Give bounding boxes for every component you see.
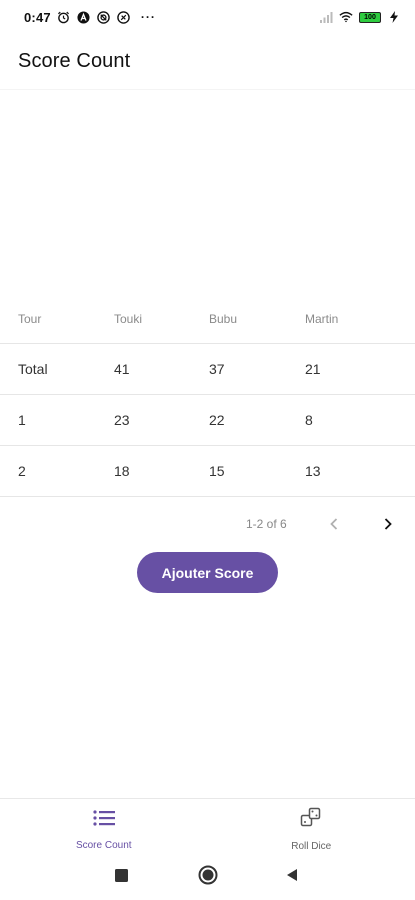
notification-icon [117,10,131,24]
add-score-button[interactable]: Ajouter Score [137,552,278,593]
column-header-tour[interactable]: Tour [0,312,96,326]
recents-icon [114,868,128,882]
table-cell: 37 [209,361,225,377]
table-cell: 1 [18,412,26,428]
app-screen: 0:47 ··· 100 Score Count Tour Touki Bubu… [0,0,415,900]
notification-icon [97,10,111,24]
notification-a-icon [77,10,91,24]
table-cell: 23 [114,412,130,428]
table-cell: 21 [305,361,321,377]
nav-item-roll-dice[interactable]: Roll Dice [208,799,415,852]
column-header-player-2[interactable]: Bubu [191,312,287,326]
page-title: Score Count [18,50,131,72]
table-cell: 15 [209,463,225,479]
recents-button[interactable] [112,866,130,884]
status-left: 0:47 ··· [24,10,156,25]
table-row: 1 23 22 8 [0,395,415,446]
table-cell: Total [18,361,48,377]
table-row-total: Total 41 37 21 [0,344,415,395]
table-cell: 22 [209,412,225,428]
chevron-right-icon [384,518,392,530]
signal-icon [319,10,333,24]
table-cell: 13 [305,463,321,479]
status-right: 100 [319,10,401,24]
wifi-icon [339,10,353,24]
chevron-left-icon [330,518,338,530]
table-cell: 8 [305,412,313,428]
table-pagination: 1-2 of 6 [0,500,415,548]
battery-icon: 100 [359,11,381,23]
table-row: 2 18 15 13 [0,446,415,497]
charging-icon [387,10,401,24]
dice-icon [299,807,323,829]
overflow-indicator: ··· [140,10,156,24]
table-header-row: Tour Touki Bubu Martin [0,294,415,344]
back-button[interactable] [284,867,300,883]
previous-page-button[interactable] [322,512,346,536]
pagination-info: 1-2 of 6 [246,517,287,531]
column-header-player-3[interactable]: Martin [287,312,415,326]
alarm-icon [57,10,71,24]
score-table: Tour Touki Bubu Martin Total 41 37 21 1 … [0,294,415,497]
status-bar: 0:47 ··· 100 [0,0,415,34]
system-navigation-bar [0,850,415,900]
table-cell: 41 [114,361,130,377]
bottom-navigation: Score Count Roll Dice [0,798,415,852]
table-cell: 18 [114,463,130,479]
back-icon [287,869,297,881]
list-icon [92,807,116,828]
table-cell: 2 [18,463,26,479]
next-page-button[interactable] [376,512,400,536]
column-header-player-1[interactable]: Touki [96,312,191,326]
status-time: 0:47 [24,9,51,25]
nav-item-score-count[interactable]: Score Count [0,799,208,851]
home-icon [198,865,218,885]
app-bar: Score Count [0,34,415,90]
home-button[interactable] [198,865,218,885]
